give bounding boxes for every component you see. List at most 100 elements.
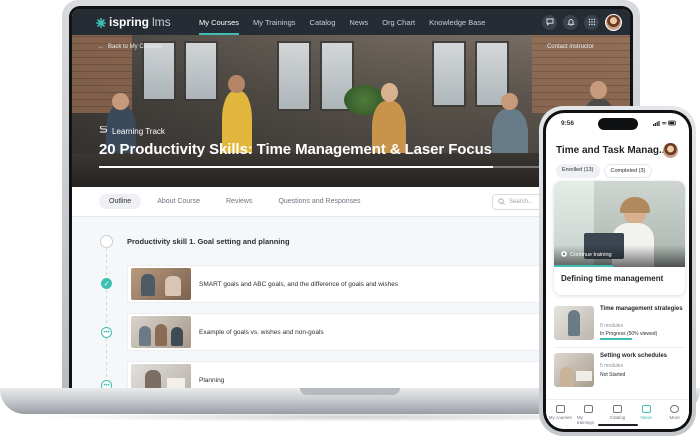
lesson-item[interactable]: Example of goals vs. wishes and non-goal… [127, 313, 557, 351]
marketing-composition: ispring lms My Courses My Trainings Cata… [0, 0, 700, 440]
phone-course-thumbnail [554, 306, 594, 340]
search-placeholder: Search... [509, 199, 534, 205]
catalog-icon [612, 405, 622, 413]
nav-actions [542, 13, 622, 31]
nav-my-courses[interactable]: My Courses [192, 9, 246, 35]
book-icon [555, 405, 565, 413]
tab-my-courses[interactable]: My courses [548, 405, 572, 420]
main-nav: My Courses My Trainings Catalog News Org… [192, 9, 492, 35]
outline-timeline [106, 242, 107, 388]
course-title: 20 Productivity Skills: Time Management … [99, 141, 492, 158]
phone-user-avatar[interactable] [663, 143, 678, 158]
tab-label: More [669, 415, 680, 420]
signal-wifi-battery-icon [653, 120, 677, 128]
user-avatar[interactable] [605, 13, 622, 31]
in-progress-icon: ••• [101, 380, 112, 388]
status-time: 9:56 [561, 120, 575, 127]
hero-photo-person [501, 93, 518, 110]
lesson-item[interactable]: SMART goals and ABC goals, and the diffe… [127, 265, 557, 303]
tab-outline[interactable]: Outline [99, 194, 142, 209]
phone-page-title: Time and Task Manag... [556, 145, 664, 156]
tab-catalog[interactable]: Catalog [605, 405, 629, 420]
course-progress-bar [99, 166, 579, 168]
hero-photo-person [381, 83, 398, 102]
phone-course-title: Time management strategies [600, 306, 683, 312]
lesson-title: Planning [199, 376, 225, 384]
in-progress-icon: ••• [101, 327, 112, 338]
phone-course-item[interactable]: Setting work schedules 5 modules Not Sta… [554, 353, 685, 397]
phone-bezel: 9:56 Time and Task Manag... Enrolled (13… [543, 110, 692, 432]
apps-grid-icon[interactable] [584, 14, 599, 30]
search-icon [498, 197, 505, 207]
tab-questions-and-responses[interactable]: Questions and Responses [268, 194, 370, 209]
tab-my-trainings[interactable]: My trainings [577, 405, 601, 425]
back-to-courses-link[interactable]: ← Back to My Courses [98, 44, 162, 50]
logo-asterisk-icon [96, 17, 106, 28]
tab-about-course[interactable]: About Course [147, 194, 210, 209]
lesson-item[interactable]: Planning [127, 361, 557, 388]
tab-label: Catalog [609, 415, 626, 420]
bell-icon[interactable] [563, 14, 578, 30]
featured-course-card[interactable]: Continue training Defining time manageme… [554, 181, 685, 295]
arrow-left-icon: ← [98, 44, 104, 50]
nav-org-chart[interactable]: Org Chart [375, 9, 422, 35]
completed-check-icon: ✓ [101, 278, 112, 289]
phone-course-modules: 5 modules [600, 363, 624, 369]
featured-course-title: Defining time management [561, 274, 664, 283]
hero-photo-person [112, 93, 129, 110]
home-indicator [597, 424, 638, 426]
lesson-title: SMART goals and ABC goals, and the diffe… [199, 280, 399, 288]
chat-icon[interactable] [542, 14, 557, 30]
tab-label: News [640, 415, 652, 420]
back-link-label: Back to My Courses [108, 44, 162, 50]
continue-training-label[interactable]: Continue training [561, 251, 612, 259]
learning-track-text: Learning Track [112, 126, 165, 136]
megaphone-icon [641, 405, 651, 413]
nav-my-trainings[interactable]: My Trainings [246, 9, 303, 35]
learning-track-icon [99, 125, 108, 136]
course-progress-fill [99, 166, 493, 168]
hero-photo-window [142, 41, 176, 101]
phone-course-status: Not Started [600, 372, 626, 378]
learning-track-label: Learning Track [99, 125, 165, 136]
phone-screen: 9:56 Time and Task Manag... Enrolled (13… [546, 113, 689, 429]
hero-photo-person [590, 81, 607, 99]
logo-word: ispring [109, 15, 150, 29]
list-divider [554, 347, 685, 348]
lesson-thumbnail [131, 268, 191, 300]
phone-course-title: Setting work schedules [600, 353, 668, 359]
section-title[interactable]: Productivity skill 1. Goal setting and p… [127, 237, 290, 246]
continue-training-text: Continue training [570, 252, 612, 258]
tab-reviews[interactable]: Reviews [216, 194, 262, 209]
nav-knowledge-base[interactable]: Knowledge Base [422, 9, 492, 35]
ispring-logo[interactable]: ispring lms [80, 15, 192, 29]
chip-completed[interactable]: Completed (3) [603, 164, 653, 178]
tab-news[interactable]: News [634, 405, 658, 420]
lesson-thumbnail [131, 316, 191, 348]
hero-photo-window [184, 41, 218, 101]
dynamic-island [597, 118, 638, 130]
hero-photo-window [277, 41, 311, 111]
phone-course-modules: 8 modules [600, 323, 624, 329]
phone-course-progress-bar [600, 338, 632, 340]
lesson-thumbnail [131, 364, 191, 388]
phone-course-status: In Progress (50% viewed) [600, 331, 658, 337]
lesson-title: Example of goals vs. wishes and non-goal… [199, 328, 324, 336]
phone-course-item[interactable]: Time management strategies 8 modules In … [554, 306, 685, 350]
contact-link-label: Contact instructor [546, 44, 594, 50]
nav-catalog[interactable]: Catalog [303, 9, 343, 35]
more-dots-icon [670, 405, 680, 413]
contact-instructor-link[interactable]: Contact instructor [547, 44, 594, 50]
section-status-icon [100, 235, 113, 248]
nav-news[interactable]: News [342, 9, 375, 35]
featured-course-progress [554, 265, 613, 267]
laptop-trackpad-notch [300, 388, 400, 395]
top-navigation: ispring lms My Courses My Trainings Cata… [72, 9, 630, 35]
hero-photo-window [432, 41, 466, 107]
tab-more[interactable]: More [663, 405, 687, 420]
hero-photo-person [228, 75, 245, 93]
phone: 9:56 Time and Task Manag... Enrolled (13… [539, 106, 696, 436]
tab-label: My courses [548, 415, 572, 420]
chip-enrolled[interactable]: Enrolled (13) [556, 164, 600, 178]
phone-filter-chips: Enrolled (13) Completed (3) [556, 164, 653, 178]
